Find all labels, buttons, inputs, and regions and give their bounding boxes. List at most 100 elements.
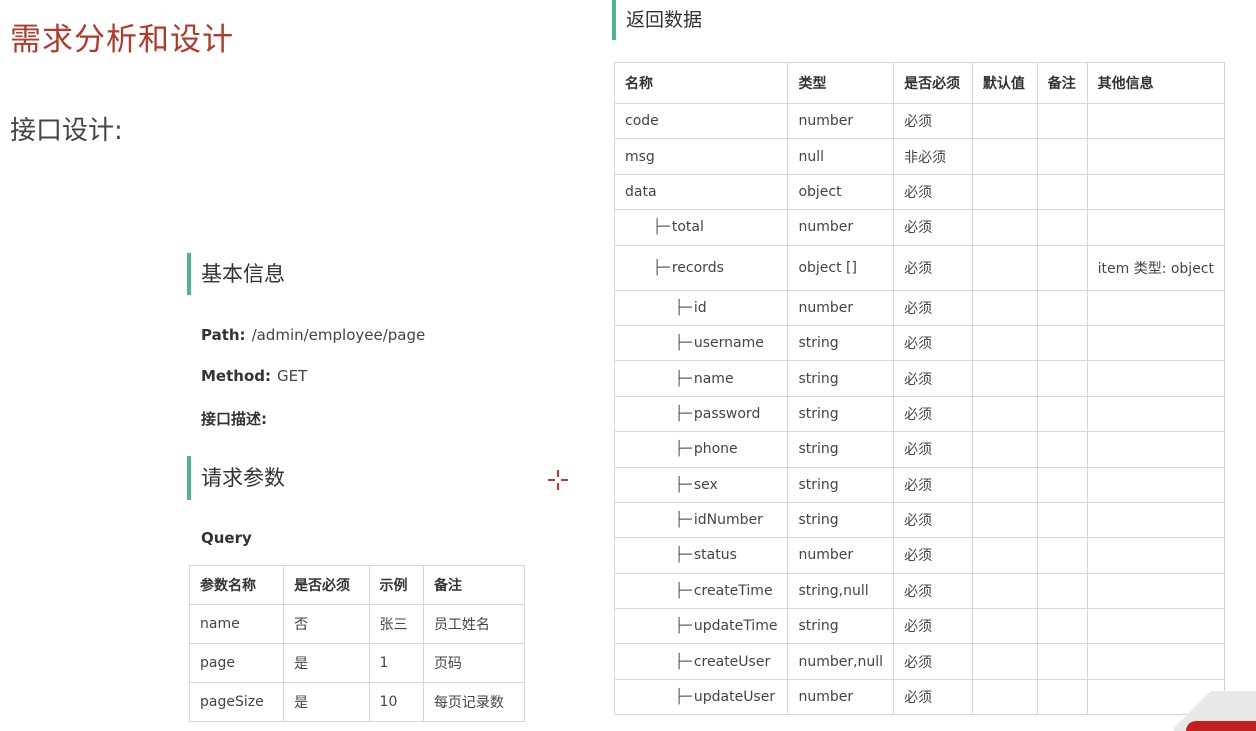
table-row: name 否张三 员工姓名 [188,604,526,644]
table-cell [1036,466,1088,503]
table-cell [1086,209,1226,246]
table-cell: 员工姓名 [422,604,526,644]
table-cell: string [787,324,895,362]
field-name: msg [625,148,655,165]
table-cell: code [613,102,789,140]
table-cell [971,466,1038,503]
table-cell [971,324,1038,362]
table-cell [1036,244,1088,291]
table-cell [971,395,1038,433]
tree-branch-glyph: ├─ [675,653,692,670]
table-row: ├─ records object [] 必须 item 类型: object [613,244,1226,291]
response-heading: 返回数据 [612,0,702,40]
table-cell: 必须 [893,466,973,503]
table-cell: ├─ id [613,289,789,326]
table-cell [971,102,1038,140]
table-cell: number,null [787,643,895,680]
field-name: updateUser [693,689,776,706]
table-row: ├─ createTime string,null 必须 [613,572,1226,610]
table-cell [1036,173,1088,211]
tree-branch-glyph: ├─ [675,405,692,422]
table-cell: string [787,360,895,397]
page-title: 需求分析和设计 [10,22,234,58]
table-cell: 必须 [893,173,973,211]
table-cell: null [787,138,895,175]
table-cell: 必须 [893,431,973,468]
table-cell: 必须 [893,395,973,433]
table-cell: msg [613,138,789,175]
table-cell [1036,395,1088,433]
table-row: ├─ username string 必须 [613,324,1226,362]
table-cell: number [787,537,895,574]
table-row: ├─ status number 必须 [613,537,1226,574]
table-cell: number [787,102,895,140]
tree-branch-glyph: ├─ [675,476,692,493]
table-row: ├─ id number 必须 [613,289,1226,326]
tree-branch-glyph: ├─ [675,512,692,529]
table-cell [1086,173,1226,211]
method-label: Method: [201,367,271,385]
table-cell: data [613,173,789,211]
table-cell [971,289,1038,326]
table-cell [971,360,1038,397]
query-label: Query [201,529,252,547]
tree-branch-glyph: ├─ [675,582,692,599]
table-cell: 必须 [893,102,973,140]
table-row: code number 必须 [613,102,1226,140]
table-cell [971,678,1038,716]
basic-info-heading: 基本信息 [187,253,285,295]
table-cell: object [787,173,895,211]
table-cell: 必须 [893,537,973,574]
table-cell: ├─ name [613,360,789,397]
table-cell: string [787,466,895,503]
table-cell: 必须 [893,289,973,326]
column-header: 是否必须 [283,565,370,605]
table-cell: 1 [368,643,424,683]
table-cell: ├─ createUser [613,643,789,680]
table-cell [971,608,1038,645]
field-name: phone [693,441,738,458]
table-cell [971,138,1038,175]
table-cell [1036,102,1088,140]
tree-branch-glyph: ├─ [675,370,692,387]
field-name: status [693,547,737,564]
table-cell: ├─ updateUser [613,678,789,716]
field-name: data [625,183,657,200]
table-cell [1036,678,1088,716]
table-cell: number [787,209,895,246]
column-header: 类型 [787,62,895,104]
table-cell: 否 [283,604,370,644]
table-cell [1036,608,1088,645]
description-label: 接口描述: [201,410,267,428]
table-cell: 是 [283,682,370,722]
path-value: /admin/employee/page [251,326,426,344]
table-cell: string,null [787,572,895,610]
table-row: ├─ idNumber string 必须 [613,501,1226,539]
column-header: 默认值 [971,62,1038,104]
table-cell [1036,501,1088,539]
table-row: ├─ createUser number,null 必须 [613,643,1226,680]
method-value: GET [277,367,308,385]
table-cell [1036,431,1088,468]
table-row: msg null 非必须 [613,138,1226,175]
tree-branch-glyph: ├─ [653,219,670,236]
table-row: ├─ updateUser number 必须 [613,678,1226,716]
table-cell [1036,289,1088,326]
table-row: pageSize 是 10 每页记录数 [188,682,526,722]
table-cell: object [] [787,244,895,291]
field-name: createTime [693,582,773,599]
table-cell [1086,431,1226,468]
table-cell [971,209,1038,246]
table-cell: string [787,431,895,468]
tree-branch-glyph: ├─ [675,441,692,458]
table-cell: 每页记录数 [422,682,526,722]
table-cell: 必须 [893,608,973,645]
method-line: Method: GET [201,367,307,385]
column-header: 其他信息 [1086,62,1226,104]
table-cell: 必须 [893,324,973,362]
table-cell [1036,360,1088,397]
field-name: name [693,370,734,387]
table-cell: 非必须 [893,138,973,175]
table-cell: 必须 [893,360,973,397]
table-cell: 必须 [893,244,973,291]
